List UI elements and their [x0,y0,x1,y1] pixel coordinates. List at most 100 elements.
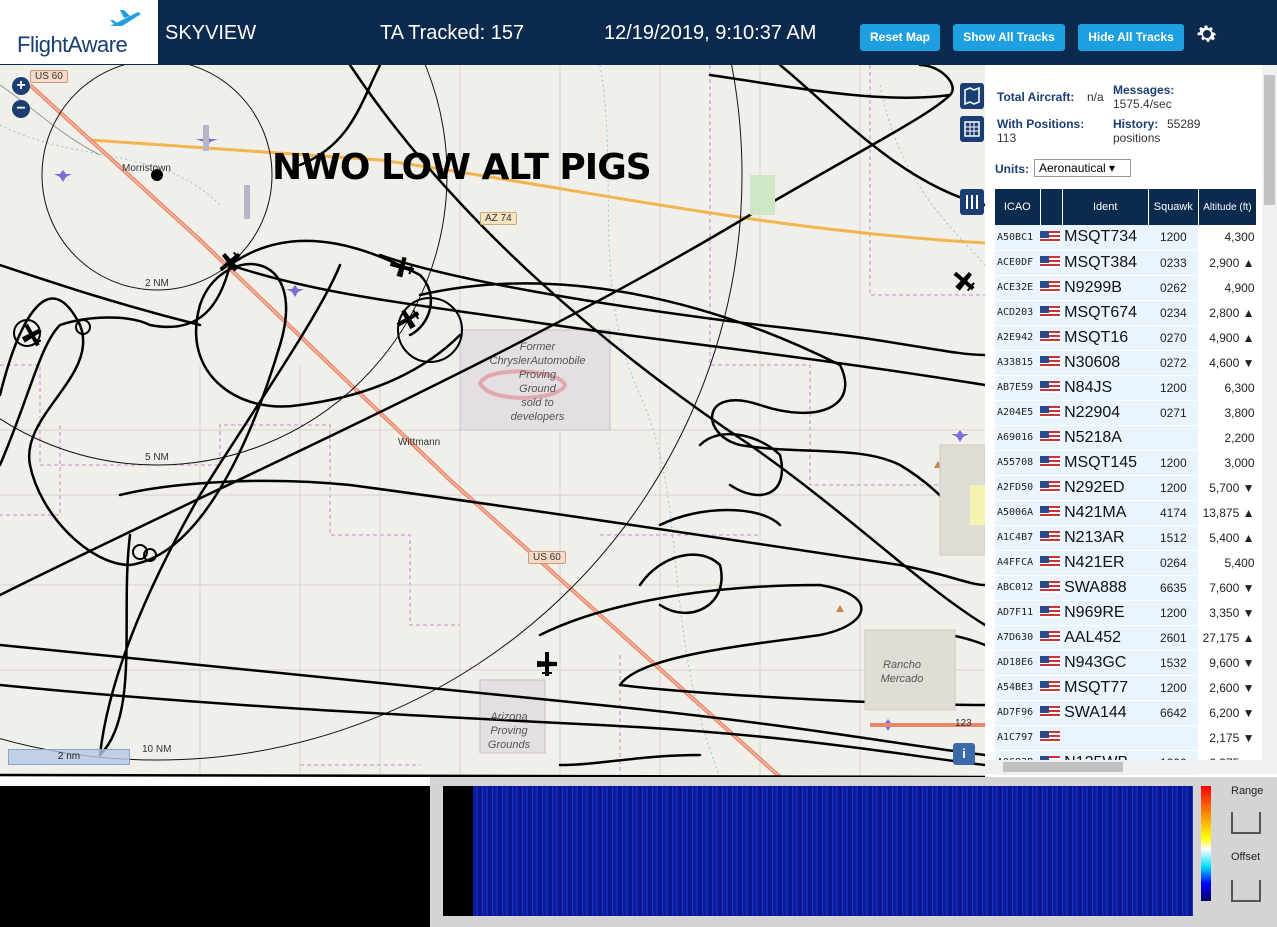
table-row[interactable]: A2E942 MSQT16 0270 4,900 ▲ [995,325,1257,351]
map-view[interactable]: NWO LOW ALT PIGS + − US 60 US 60 AZ 74 1… [0,65,985,777]
cell-ident: MSQT16 [1062,325,1149,351]
table-row[interactable]: A55708 MSQT145 1200 3,000 [995,450,1257,476]
cell-squawk: 0262 [1148,275,1199,301]
vertical-scrollbar[interactable] [1262,65,1277,760]
cell-altitude: 7,600 ▼ [1198,575,1257,601]
info-button[interactable]: i [953,743,975,765]
zoom-out-button[interactable]: − [12,100,30,118]
cell-icao: A4FFCA [995,550,1041,576]
us-flag-icon [1040,306,1061,319]
cell-altitude: 6,200 ▼ [1198,700,1257,726]
area-former-proving-ground: Former ChryslerAutomobile Proving Ground… [489,341,586,423]
table-row[interactable]: ABC012 SWA888 6635 7,600 ▼ [995,575,1257,601]
cell-squawk: 2601 [1148,625,1199,651]
cell-ident: MSQT384 [1062,250,1149,276]
table-row[interactable]: A1C4B7 N213AR 1512 5,400 ▲ [995,525,1257,551]
table-row[interactable]: ACD203 MSQT674 0234 2,800 ▲ [995,300,1257,326]
flag-icon-cell [1040,600,1063,626]
town-wittmann: Wittmann [398,437,441,448]
col-ident[interactable]: Ident [1062,189,1149,225]
logo-text: FlightAware [17,32,128,57]
us-flag-icon [1040,231,1061,244]
cell-icao: A7D630 [995,625,1041,651]
cell-altitude: 3,350 ▼ [1198,600,1257,626]
reset-map-button[interactable]: Reset Map [860,24,940,51]
flag-icon-cell [1040,725,1063,751]
range-label: Range [1231,785,1264,797]
logo[interactable]: FlightAware [0,0,158,64]
cell-ident: N969RE [1062,600,1149,626]
col-icao[interactable]: ICAO [995,189,1041,225]
scroll-thumb[interactable] [1264,75,1275,205]
table-row[interactable]: AD7F96 SWA144 6642 6,200 ▼ [995,700,1257,726]
cell-ident [1062,725,1149,751]
columns-button[interactable] [960,189,984,215]
gear-icon[interactable] [1195,22,1219,46]
cell-icao: A2E942 [995,325,1041,351]
cell-altitude: 5,400 ▲ [1198,525,1257,551]
flag-icon-cell [1040,250,1063,276]
cell-altitude: 4,900 [1198,275,1257,301]
cell-squawk: 1200 [1148,600,1199,626]
us-flag-icon [1040,706,1061,719]
flag-icon-cell [1040,650,1063,676]
us-flag-icon [1040,406,1061,419]
cell-squawk: 0264 [1148,550,1199,576]
cell-ident: MSQT674 [1062,300,1149,326]
show-all-tracks-button[interactable]: Show All Tracks [953,24,1065,51]
table-row[interactable]: AD7F11 N969RE 1200 3,350 ▼ [995,600,1257,626]
cell-squawk: 1200 [1148,375,1199,401]
table-row[interactable]: ACE0DF MSQT384 0233 2,900 ▲ [995,250,1257,276]
hide-all-tracks-button[interactable]: Hide All Tracks [1078,24,1184,51]
cell-squawk: 0234 [1148,300,1199,326]
cell-ident: N421MA [1062,500,1149,526]
map-layers-button[interactable] [960,83,984,109]
flag-icon-cell [1040,225,1063,251]
scroll-thumb-horizontal[interactable] [1003,762,1123,772]
table-row[interactable]: A5006A N421MA 4174 13,875 ▲ [995,500,1257,526]
history-value: 55289 [1167,117,1201,131]
table-row[interactable]: A2FD50 N292ED 1200 5,700 ▼ [995,475,1257,501]
us-flag-icon [1040,506,1061,519]
table-row[interactable]: A50BC1 MSQT734 1200 4,300 [995,225,1257,251]
offset-slider[interactable] [1231,880,1261,902]
flag-icon-cell [1040,550,1063,576]
table-row[interactable]: A54BE3 MSQT77 1200 2,600 ▼ [995,675,1257,701]
flag-icon-cell [1040,450,1063,476]
cell-altitude: 4,300 [1198,225,1257,251]
cell-icao: A33815 [995,350,1041,376]
col-flag[interactable] [1040,189,1063,225]
col-squawk[interactable]: Squawk [1148,189,1199,225]
cell-ident: SWA888 [1062,575,1149,601]
us-flag-icon [1040,631,1061,644]
us-flag-icon [1040,331,1061,344]
horizontal-scrollbar[interactable] [985,760,1277,774]
range-ring-2nm: 2 NM [145,278,169,289]
aircraft-panel: Total Aircraft: n/a Messages: 1575.4/sec… [985,65,1277,777]
range-slider[interactable] [1231,812,1261,834]
waterfall-signal [473,786,1193,916]
table-row[interactable]: A33815 N30608 0272 4,600 ▼ [995,350,1257,376]
flag-icon-cell [1040,325,1063,351]
table-row[interactable]: ACE32E N9299B 0262 4,900 [995,275,1257,301]
town-morristown: Morristown [122,163,171,174]
table-row[interactable]: AB7E59 N84JS 1200 6,300 [995,375,1257,401]
table-row[interactable]: A7D630 AAL452 2601 27,175 ▲ [995,625,1257,651]
cell-ident: MSQT734 [1062,225,1149,251]
units-select[interactable]: Aeronautical ▾ [1034,159,1131,177]
table-row[interactable]: A4FFCA N421ER 0264 5,400 [995,550,1257,576]
col-altitude[interactable]: Altitude (ft) [1198,189,1258,225]
table-row[interactable]: A69016 N5218A 2,200 [995,425,1257,451]
history-label: History: [1113,117,1159,131]
offset-label: Offset [1231,851,1261,863]
cell-altitude: 5,400 [1198,550,1257,576]
grid-button[interactable] [960,116,984,142]
cell-squawk: 0233 [1148,250,1199,276]
bottom-left-area [0,786,430,927]
zoom-in-button[interactable]: + [12,77,30,95]
table-row[interactable]: AD18E6 N943GC 1532 9,600 ▼ [995,650,1257,676]
table-row[interactable]: A204E5 N22904 0271 3,800 [995,400,1257,426]
cell-squawk: 1512 [1148,525,1199,551]
cell-altitude: 4,900 ▲ [1198,325,1257,351]
table-row[interactable]: A1C797 2,175 ▼ [995,725,1257,751]
